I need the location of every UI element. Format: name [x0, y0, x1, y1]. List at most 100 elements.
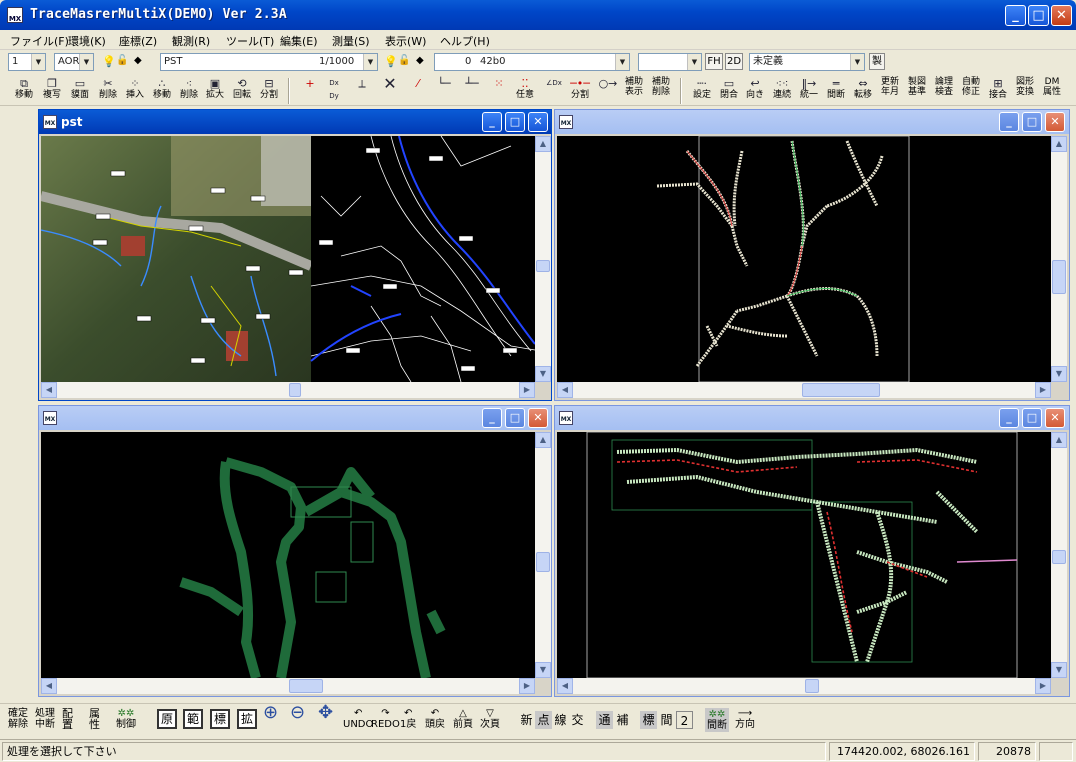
vertical-scrollbar[interactable]: ▲ ▼: [1051, 136, 1067, 382]
placement-button[interactable]: 配置: [62, 708, 73, 730]
layer-number-select[interactable]: 1 ▼: [8, 53, 46, 71]
interrupt-button[interactable]: 処理 中断: [35, 708, 55, 730]
grid-points-tool[interactable]: ⁙: [487, 77, 511, 105]
diagonal-line-tool[interactable]: ⁄: [406, 77, 430, 105]
scroll-right-icon[interactable]: ▶: [519, 678, 535, 694]
produce-button[interactable]: 製: [869, 53, 885, 70]
menu-view[interactable]: 表示(W): [385, 33, 426, 49]
scroll-left-icon[interactable]: ◀: [41, 678, 57, 694]
arbitrary-tool[interactable]: ⁚⁚ 任意: [513, 77, 537, 105]
aux-show-tool[interactable]: 補助 表示: [622, 77, 646, 105]
drafting-standard-tool[interactable]: 製図 基準: [905, 77, 929, 105]
zoom-tool[interactable]: ▣ 拡大: [203, 77, 227, 105]
interval-toggle[interactable]: 間: [658, 711, 675, 729]
scroll-thumb[interactable]: [802, 383, 880, 397]
original-button[interactable]: 原: [157, 709, 177, 729]
cross-line-tool[interactable]: ✕: [378, 76, 402, 105]
close-button[interactable]: ✕: [528, 408, 548, 428]
minimize-button[interactable]: _: [999, 408, 1019, 428]
scroll-right-icon[interactable]: ▶: [519, 382, 535, 398]
two-toggle[interactable]: 2: [676, 711, 693, 729]
vertical-scrollbar[interactable]: ▲ ▼: [1051, 432, 1067, 678]
classification-select[interactable]: 未定義 ▼: [749, 53, 865, 71]
scroll-up-icon[interactable]: ▲: [1051, 136, 1067, 152]
supplement-toggle[interactable]: 補: [614, 711, 631, 729]
menu-tools[interactable]: ツール(T): [226, 33, 274, 49]
standard-button[interactable]: 標: [210, 709, 230, 729]
scroll-up-icon[interactable]: ▲: [535, 136, 551, 152]
tee-line-tool[interactable]: ┴─: [460, 77, 484, 105]
split-line-tool[interactable]: ─•─ 分割: [568, 77, 592, 105]
attribute-button[interactable]: 属性: [89, 708, 100, 730]
through-toggle[interactable]: 通: [596, 711, 613, 729]
maximize-button[interactable]: □: [505, 408, 525, 428]
point-tool[interactable]: +: [298, 77, 322, 105]
scroll-thumb[interactable]: [1052, 260, 1066, 294]
map-canvas[interactable]: [557, 136, 1051, 382]
elbow-line-tool[interactable]: └─: [432, 77, 456, 105]
maximize-button[interactable]: □: [1022, 408, 1042, 428]
dm-attribute-tool[interactable]: DM 属性: [1040, 77, 1064, 105]
label-toggle[interactable]: 標: [640, 711, 657, 729]
split-tool[interactable]: ⊟ 分割: [257, 77, 281, 105]
layer-name-select[interactable]: PST 1/1000 ▼: [160, 53, 378, 71]
close-button[interactable]: ✕: [1045, 112, 1065, 132]
dxdy-tool[interactable]: Dx Dy: [322, 77, 346, 105]
logic-check-tool[interactable]: 論理 検査: [932, 77, 956, 105]
auto-fix-tool[interactable]: 自動 修正: [959, 77, 983, 105]
minimize-button[interactable]: _: [999, 112, 1019, 132]
scroll-left-icon[interactable]: ◀: [557, 382, 573, 398]
expand-button[interactable]: 拡: [237, 709, 257, 729]
join-tool[interactable]: ⊞ 接合: [986, 77, 1010, 105]
maximize-button[interactable]: □: [1022, 112, 1042, 132]
setting-tool[interactable]: ┄· 設定: [690, 77, 714, 105]
shape-convert-tool[interactable]: 図形 変換: [1013, 77, 1037, 105]
map-canvas[interactable]: [41, 136, 535, 382]
scroll-up-icon[interactable]: ▲: [535, 432, 551, 448]
mode-select[interactable]: AOR ▼: [54, 53, 94, 71]
pan-icon[interactable]: ✥: [318, 704, 333, 722]
scroll-up-icon[interactable]: ▲: [1051, 432, 1067, 448]
move-point-tool[interactable]: ∴ 移動: [150, 77, 174, 105]
scroll-thumb[interactable]: [805, 679, 819, 693]
menu-edit[interactable]: 編集(E): [280, 33, 318, 49]
scroll-thumb[interactable]: [536, 552, 550, 572]
continuous-tool[interactable]: ⁖⁖ 連続: [770, 77, 794, 105]
document-window-pst[interactable]: MX pst _ □ ✕ ▲ ▼ ◀ ▶: [38, 109, 552, 401]
back-one-button[interactable]: ↶ 1戻: [400, 708, 416, 730]
map-canvas[interactable]: [41, 432, 535, 678]
transfer-tool[interactable]: ⇔ 転移: [851, 77, 875, 105]
vertical-scrollbar[interactable]: ▲ ▼: [535, 432, 551, 678]
scroll-right-icon[interactable]: ▶: [1035, 678, 1051, 694]
back-top-button[interactable]: ↶ 頭戻: [425, 708, 445, 730]
scroll-left-icon[interactable]: ◀: [557, 678, 573, 694]
bulb-tool[interactable]: ○→: [596, 77, 620, 105]
document-window-3[interactable]: MX _ □ ✕ ▲ ▼ ◀ ▶: [38, 405, 552, 697]
scroll-thumb[interactable]: [289, 383, 301, 397]
document-window-4[interactable]: MX _ □ ✕ ▲ ▼ ◀ ▶: [554, 405, 1070, 697]
scroll-down-icon[interactable]: ▼: [535, 662, 551, 678]
horizontal-scrollbar[interactable]: ◀ ▶: [41, 678, 535, 694]
range-button[interactable]: 範: [183, 709, 203, 729]
break-interval-button[interactable]: ✲✲ 間断: [705, 708, 729, 732]
scroll-thumb[interactable]: [1052, 550, 1066, 564]
scroll-down-icon[interactable]: ▼: [535, 366, 551, 382]
insert-point-tool[interactable]: ⁘ 挿入: [123, 77, 147, 105]
scroll-left-icon[interactable]: ◀: [41, 382, 57, 398]
zoom-in-icon[interactable]: ⊕: [263, 704, 278, 722]
undo-button[interactable]: ↶ UNDO: [343, 708, 373, 730]
point-toggle[interactable]: 点: [535, 711, 552, 729]
copy-tool[interactable]: ❐ 複写: [40, 77, 64, 105]
break-tool[interactable]: ═ 間断: [824, 77, 848, 105]
close-shape-tool[interactable]: ▭ 閉合: [717, 77, 741, 105]
menu-coordinates[interactable]: 座標(Z): [119, 33, 157, 49]
scroll-right-icon[interactable]: ▶: [1035, 382, 1051, 398]
control-button[interactable]: ✲✲ 制御: [116, 708, 136, 730]
diamond-icon[interactable]: ◆: [416, 55, 424, 66]
2d-button[interactable]: 2D: [725, 53, 743, 70]
vertical-scrollbar[interactable]: ▲ ▼: [535, 136, 551, 382]
line-toggle[interactable]: 線: [552, 711, 569, 729]
zoom-out-icon[interactable]: ⊖: [290, 704, 305, 722]
minimize-button[interactable]: _: [482, 112, 502, 132]
new-toggle[interactable]: 新: [518, 711, 535, 729]
